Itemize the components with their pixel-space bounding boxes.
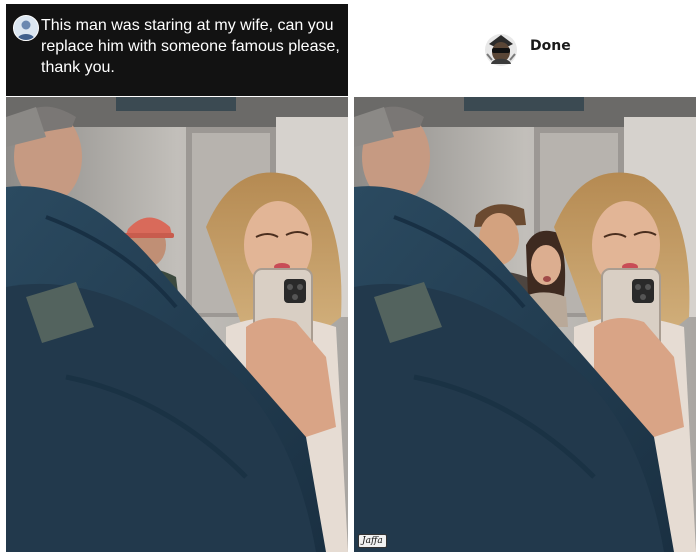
reply-status: Done [530, 38, 571, 54]
elevator-selfie-original [6, 97, 348, 552]
editor-avatar[interactable] [482, 30, 520, 68]
request-banner: This man was staring at my wife, can you… [6, 4, 348, 96]
request-text: This man was staring at my wife, can you… [41, 17, 340, 76]
user-avatar-icon [14, 16, 38, 40]
reply-header: Done [354, 4, 694, 96]
original-photo[interactable] [6, 97, 348, 552]
editor-avatar-icon [485, 34, 517, 66]
edited-photo[interactable]: Jaffa [354, 97, 696, 552]
elevator-selfie-edited [354, 97, 696, 552]
artist-watermark: Jaffa [358, 534, 387, 548]
requester-avatar[interactable] [13, 15, 39, 41]
